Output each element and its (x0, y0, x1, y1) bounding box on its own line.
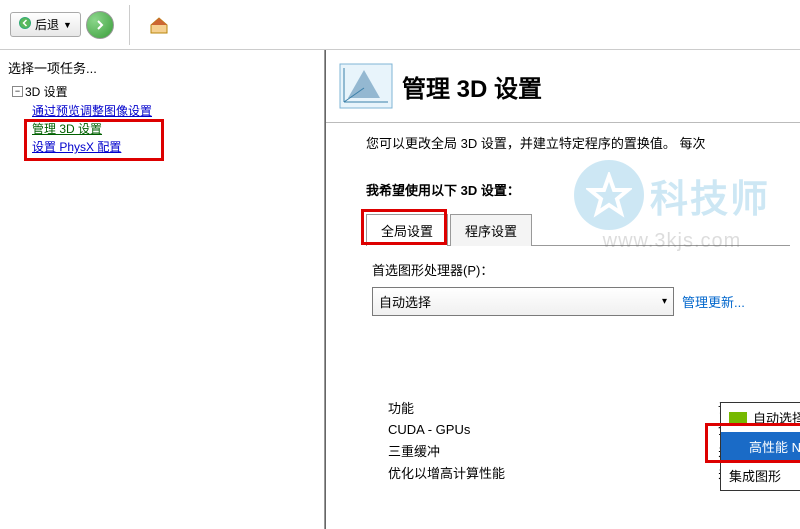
nvidia-icon (729, 412, 747, 424)
table-header-feature: 功能 (388, 398, 718, 417)
tree-root-label: 3D 设置 (25, 83, 68, 100)
dropdown-item-auto[interactable]: 自动选择 (721, 403, 800, 432)
processor-dropdown[interactable]: 自动选择 高性能 NVIDIA 处理器 集成图形 (720, 402, 800, 491)
home-button[interactable] (145, 11, 173, 39)
tree-root-3d[interactable]: − 3D 设置 (12, 83, 316, 100)
dropdown-item-integrated[interactable]: 集成图形 (721, 461, 800, 490)
dropdown-arrow-icon: ▼ (63, 20, 72, 30)
content-header: 管理 3D 设置 (326, 50, 800, 123)
feature-name: 三重缓冲 (388, 441, 718, 463)
forward-button[interactable] (86, 11, 114, 39)
sidebar-item-physx[interactable]: 设置 PhysX 配置 (32, 138, 121, 156)
task-label: 选择一项任务... (8, 58, 316, 77)
processor-select[interactable]: 自动选择 ▾ (372, 287, 674, 316)
toolbar-divider (129, 5, 130, 45)
header-3d-icon (330, 56, 402, 116)
tab-program-label: 程序设置 (465, 224, 517, 239)
dropdown-item-label: 自动选择 (753, 408, 800, 427)
sidebar: 选择一项任务... − 3D 设置 通过预览调整图像设置 管理 3D 设置 设置… (0, 50, 325, 529)
page-title: 管理 3D 设置 (402, 69, 542, 104)
sidebar-item-manage-3d[interactable]: 管理 3D 设置 (32, 120, 102, 138)
manage-updates-link[interactable]: 管理更新... (682, 292, 745, 311)
select-value: 自动选择 (379, 292, 431, 311)
collapse-icon[interactable]: − (12, 86, 23, 97)
dropdown-item-nvidia[interactable]: 高性能 NVIDIA 处理器 (721, 432, 800, 461)
processor-label: 首选图形处理器(P)： (372, 260, 790, 279)
back-label: 后退 (35, 16, 59, 33)
back-arrow-icon (19, 17, 31, 32)
feature-name: CUDA - GPUs (388, 419, 718, 441)
content-panel: 管理 3D 设置 您可以更改全局 3D 设置，并建立特定程序的置换值。 每次 我… (325, 50, 800, 529)
tab-global-label: 全局设置 (381, 224, 433, 239)
back-button[interactable]: 后退 ▼ (10, 12, 81, 37)
tabs: 全局设置 程序设置 (366, 213, 790, 246)
feature-name: 优化以增高计算性能 (388, 463, 718, 485)
description-text: 您可以更改全局 3D 设置，并建立特定程序的置换值。 每次 (366, 133, 790, 152)
sub-label: 我希望使用以下 3D 设置： (366, 180, 790, 199)
tree-view: − 3D 设置 通过预览调整图像设置 管理 3D 设置 设置 PhysX 配置 (8, 83, 316, 156)
sidebar-item-preview[interactable]: 通过预览调整图像设置 (32, 102, 152, 120)
dropdown-item-label: 集成图形 (729, 466, 781, 485)
dropdown-item-label: 高性能 NVIDIA 处理器 (749, 437, 800, 456)
toolbar: 后退 ▼ (0, 0, 800, 50)
tab-program[interactable]: 程序设置 (450, 214, 532, 246)
chevron-down-icon: ▾ (662, 296, 667, 307)
tab-global[interactable]: 全局设置 (366, 214, 448, 246)
